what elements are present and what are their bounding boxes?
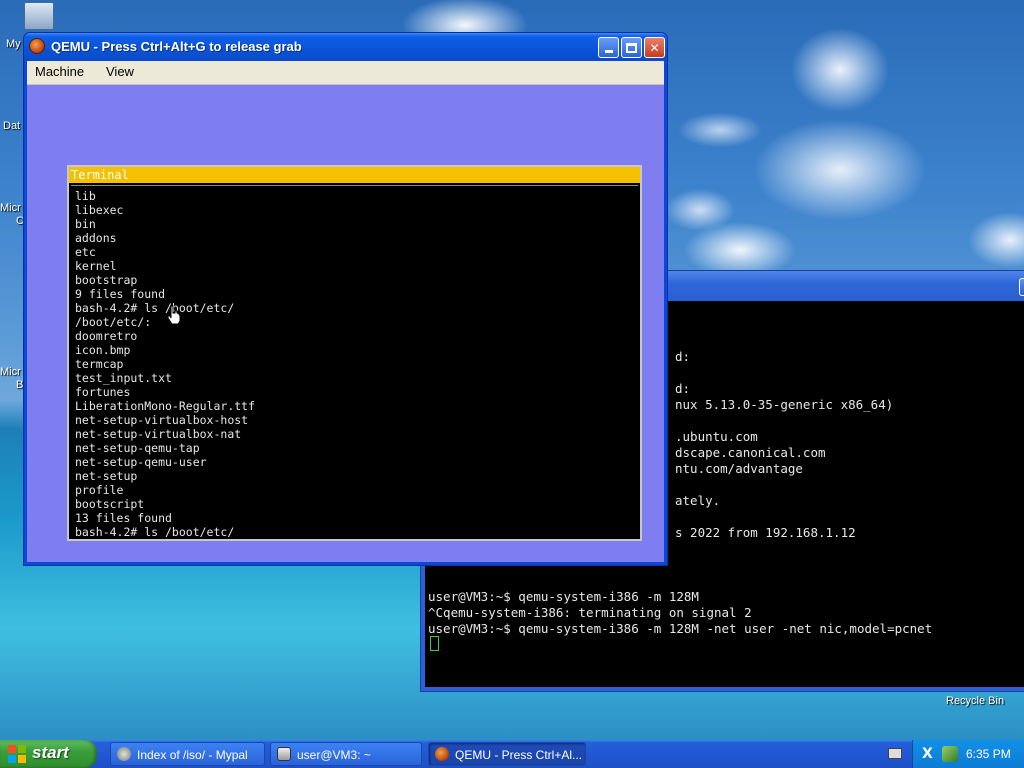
terminal-line: nux 5.13.0-35-generic x86_64)	[675, 397, 894, 412]
terminal-line: test_input.txt	[75, 371, 172, 385]
taskbar: start Index of /iso/ - Mypal user@VM3: ~…	[0, 740, 1024, 768]
menu-machine[interactable]: Machine	[35, 64, 84, 79]
desktop-icon-label: My	[6, 38, 21, 50]
terminal-line: d:	[675, 349, 691, 364]
window-title: QEMU - Press Ctrl+Alt+G to release grab	[51, 39, 302, 54]
qemu-guest-display[interactable]: Terminal lib libexec bin addons etc kern…	[27, 85, 664, 562]
desktop-icon-label: Micr	[0, 366, 21, 378]
menu-view[interactable]: View	[106, 64, 134, 79]
clock[interactable]: 6:35 PM	[966, 747, 1011, 761]
qemu-icon	[435, 747, 449, 761]
terminal-line: LiberationMono-Regular.ttf	[75, 399, 256, 413]
qemu-icon[interactable]	[29, 38, 45, 54]
guest-terminal-title: Terminal	[71, 168, 129, 182]
qemu-window[interactable]: QEMU - Press Ctrl+Alt+G to release grab …	[23, 32, 668, 566]
close-icon: ✕	[649, 40, 660, 55]
terminal-prompt-line: bash-4.2# ls /boot/etc/_	[75, 525, 242, 537]
terminal-line: 13 files found	[75, 511, 172, 525]
windows-flag-icon	[8, 745, 26, 763]
taskbar-item-browser[interactable]: Index of /iso/ - Mypal	[110, 742, 265, 766]
terminal-icon	[277, 747, 291, 761]
terminal-line: addons	[75, 231, 117, 245]
computer-icon	[24, 2, 54, 30]
recycle-bin-label[interactable]: Recycle Bin	[946, 695, 1004, 707]
terminal-line: net-setup-qemu-tap	[75, 441, 200, 455]
guest-terminal-titlebar[interactable]: Terminal	[69, 167, 640, 183]
terminal-line: kernel	[75, 259, 117, 273]
taskbar-item-terminal[interactable]: user@VM3: ~	[270, 742, 422, 766]
guest-terminal-output[interactable]: lib libexec bin addons etc kernel bootst…	[71, 185, 638, 537]
qemu-titlebar[interactable]: QEMU - Press Ctrl+Alt+G to release grab …	[24, 33, 667, 61]
guest-terminal-window[interactable]: Terminal lib libexec bin addons etc kern…	[67, 165, 642, 541]
terminal-line: icon.bmp	[75, 343, 131, 357]
terminal-line: ^Cqemu-system-i386: terminating on signa…	[428, 605, 752, 620]
terminal-line: /boot/etc/:	[75, 315, 152, 329]
terminal-line: dscape.canonical.com	[675, 445, 826, 460]
keyboard-icon[interactable]	[888, 748, 902, 759]
terminal-line: ntu.com/advantage	[675, 461, 803, 476]
hand-cursor-icon	[167, 305, 181, 325]
taskbar-item-label: QEMU - Press Ctrl+Al...	[455, 748, 583, 762]
desktop-icon-label: Dat	[3, 120, 21, 132]
start-button[interactable]: start	[0, 740, 97, 768]
network-icon[interactable]	[942, 746, 958, 762]
terminal-line: bootstrap	[75, 273, 138, 287]
host-minimize-button[interactable]	[1019, 278, 1024, 296]
terminal-line: .ubuntu.com	[675, 429, 758, 444]
qemu-menubar: Machine View	[27, 61, 664, 85]
terminal-line: bootscript	[75, 497, 145, 511]
terminal-line: etc	[75, 245, 96, 259]
desktop-icon-label: Micr	[0, 202, 21, 214]
terminal-line: user@VM3:~$ qemu-system-i386 -m 128M	[428, 589, 699, 604]
terminal-line: lib	[75, 189, 96, 203]
minimize-icon	[604, 50, 613, 53]
terminal-line: net-setup	[75, 469, 138, 483]
terminal-line: s 2022 from 192.168.1.12	[675, 525, 856, 540]
desktop: My Dat Micr C Micr B Recycle Bin d: d: n…	[0, 0, 1024, 740]
taskbar-item-qemu[interactable]: QEMU - Press Ctrl+Al...	[428, 742, 586, 766]
terminal-line: bash-4.2# ls /boot/etc/	[75, 301, 235, 315]
close-button[interactable]: ✕	[644, 37, 665, 58]
start-label: start	[32, 743, 69, 762]
terminal-line: 9 files found	[75, 287, 166, 301]
maximize-icon	[626, 42, 637, 53]
x-server-icon[interactable]: X	[922, 746, 936, 762]
terminal-line: ately.	[675, 493, 721, 508]
terminal-line: d:	[675, 381, 691, 396]
maximize-button[interactable]	[621, 37, 642, 58]
terminal-line: libexec	[75, 203, 124, 217]
browser-icon	[117, 747, 131, 761]
terminal-cursor	[430, 636, 439, 651]
taskbar-item-label: Index of /iso/ - Mypal	[137, 748, 248, 762]
terminal-line: net-setup-virtualbox-host	[75, 413, 249, 427]
terminal-line: termcap	[75, 357, 124, 371]
taskbar-item-label: user@VM3: ~	[297, 748, 371, 762]
terminal-line: net-setup-qemu-user	[75, 455, 207, 469]
terminal-line: net-setup-virtualbox-nat	[75, 427, 242, 441]
terminal-line: profile	[75, 483, 124, 497]
terminal-line: fortunes	[75, 385, 131, 399]
terminal-line: bin	[75, 217, 96, 231]
terminal-line: doomretro	[75, 329, 138, 343]
minimize-button[interactable]	[598, 37, 619, 58]
terminal-line: user@VM3:~$ qemu-system-i386 -m 128M -ne…	[428, 621, 933, 636]
